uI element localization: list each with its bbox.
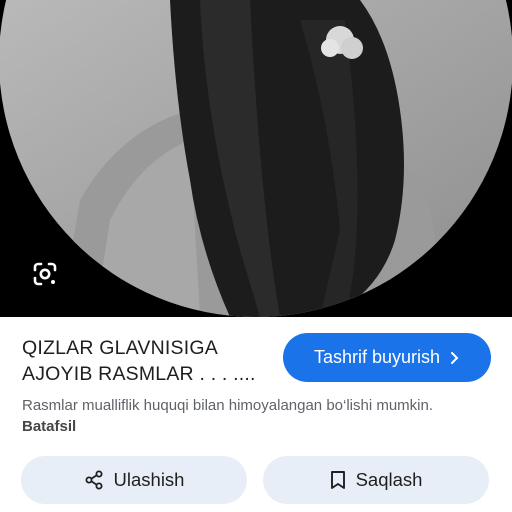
page-title[interactable]: QIZLAR GLAVNISIGA AJOYIB RASMLAR . . . .… xyxy=(22,335,272,387)
image-preview[interactable] xyxy=(0,0,512,317)
copyright-text: Rasmlar mualliflik huquqi bilan himoyala… xyxy=(22,397,434,414)
share-label: Ulashish xyxy=(113,469,185,490)
more-info-link[interactable]: Batafsil xyxy=(22,418,76,435)
share-button[interactable]: Ulashish xyxy=(21,456,247,504)
result-info-panel: QIZLAR GLAVNISIGA AJOYIB RASMLAR . . . .… xyxy=(0,317,512,512)
google-lens-icon[interactable] xyxy=(30,259,60,289)
copyright-notice: Rasmlar mualliflik huquqi bilan himoyala… xyxy=(22,395,462,437)
bookmark-icon xyxy=(330,471,345,489)
visit-button-label: Tashrif buyurish xyxy=(313,347,441,367)
share-icon xyxy=(85,470,103,490)
save-label: Saqlash xyxy=(355,469,423,490)
visit-button[interactable]: Tashrif buyurish xyxy=(283,333,491,382)
save-button[interactable]: Saqlash xyxy=(263,456,489,504)
chevron-right-icon xyxy=(451,351,459,364)
photo-image xyxy=(0,0,512,317)
